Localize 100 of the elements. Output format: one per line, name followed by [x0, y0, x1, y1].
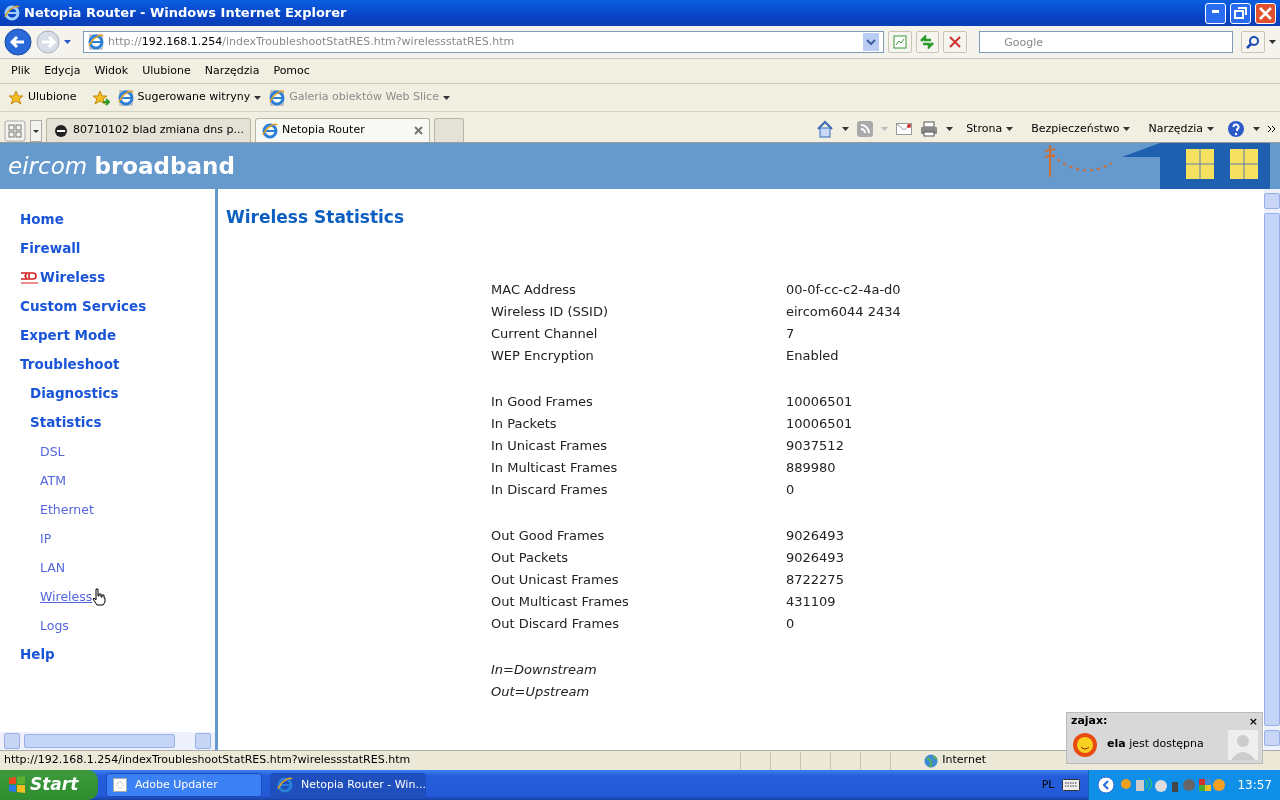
caret-icon[interactable] [64, 40, 71, 44]
menu-item[interactable]: Ulubione [135, 62, 198, 80]
back-icon[interactable] [4, 28, 32, 56]
browser-tab[interactable]: 80710102 blad zmiana dns p... [46, 118, 251, 142]
menu-item[interactable]: Pomoc [266, 62, 317, 80]
quick-tabs-icon[interactable] [4, 120, 26, 142]
favorites-link[interactable]: Sugerowane witryny [117, 89, 262, 106]
nav-link[interactable]: Logs [40, 611, 69, 640]
command-menu[interactable]: Strona [961, 120, 1019, 138]
address-field[interactable]: http://192.168.1.254/indexTroubleshootStatRES.htm?wirelessstatRES.htm [83, 31, 884, 53]
caret-icon[interactable] [1123, 127, 1131, 131]
command-menu[interactable]: Narzędzia [1143, 120, 1219, 138]
minimize-button[interactable] [1205, 2, 1226, 24]
start-button[interactable]: Start [0, 770, 98, 800]
stat-label: In Good Frames [491, 392, 594, 411]
search-field[interactable]: Google [979, 31, 1234, 53]
stat-value: eircom6044 2434 [786, 302, 901, 321]
status-text: http://192.168.1.254/indexTroubleshootStatRES.htm?wirelessstatRES.htm [4, 752, 412, 769]
menu-item[interactable]: Edycja [37, 62, 88, 80]
printer-icon[interactable] [920, 121, 939, 137]
nav-link[interactable]: Custom Services [20, 292, 147, 321]
nav-link[interactable]: Diagnostics [30, 379, 119, 408]
caret-icon[interactable] [1207, 127, 1214, 131]
caret-icon[interactable] [1253, 127, 1260, 131]
stat-value: 8722275 [786, 570, 844, 589]
vertical-scrollbar[interactable] [1264, 189, 1280, 750]
caret-icon[interactable] [1006, 127, 1014, 131]
windows-logo-icon [8, 776, 26, 794]
avatar-icon [1228, 729, 1258, 760]
refresh-button[interactable] [915, 31, 940, 53]
nav-link[interactable]: Statistics [30, 408, 102, 437]
stat-value: 889980 [786, 458, 836, 477]
close-icon[interactable] [413, 126, 423, 135]
stat-label: Out Good Frames [491, 526, 606, 545]
dropdown-icon[interactable] [862, 33, 879, 51]
legend-note: Out=Upstream [491, 682, 591, 701]
3d-badge-icon [20, 269, 40, 286]
refresh-icon [919, 35, 936, 49]
stat-label: Out Packets [491, 548, 569, 567]
command-menu[interactable]: Bezpieczeństwo [1026, 120, 1136, 138]
stat-label: In Discard Frames [491, 480, 609, 499]
legend-note: In=Downstream [491, 660, 598, 679]
browser-tab[interactable]: Netopia Router [254, 118, 430, 142]
nav-link[interactable]: DSL [40, 437, 65, 466]
taskbar-button[interactable]: Netopia Router - Win... [270, 773, 426, 797]
nav-link[interactable]: Wireless [40, 263, 106, 292]
horizontal-scrollbar[interactable] [0, 732, 215, 750]
stat-label: Out Unicast Frames [491, 570, 620, 589]
stat-value: 0 [786, 614, 795, 633]
stat-label: In Packets [491, 414, 558, 433]
clock: 13:57 [1237, 777, 1272, 794]
menu-item[interactable]: Narzędzia [197, 62, 267, 80]
nav-link[interactable]: Firewall [20, 234, 81, 263]
stat-value: 0 [786, 480, 795, 499]
restore-icon [1234, 7, 1247, 19]
favorites-button[interactable]: Ulubione [4, 89, 84, 106]
chevron-icon[interactable] [1268, 125, 1276, 133]
close-icon [949, 36, 962, 48]
stat-value: 10006501 [786, 414, 853, 433]
home-icon[interactable] [816, 120, 835, 138]
tab-list-icon[interactable] [30, 120, 42, 142]
nav-link[interactable]: Home [20, 205, 64, 234]
close-button[interactable]: × [1248, 713, 1258, 730]
tray-icons-drawing[interactable] [1119, 776, 1226, 794]
stat-value: 431109 [786, 592, 836, 611]
caret-icon[interactable] [254, 95, 262, 100]
taskbar-button[interactable]: Adobe Updater [106, 773, 262, 797]
caret-icon[interactable] [842, 127, 850, 131]
caret-icon[interactable] [946, 127, 954, 131]
nav-link[interactable]: ATM [40, 466, 66, 495]
search-button[interactable] [1241, 31, 1265, 53]
restore-button[interactable] [1230, 2, 1251, 24]
search-icon [1246, 35, 1261, 49]
language-indicator: PL [1041, 776, 1055, 793]
help-icon[interactable] [1227, 120, 1245, 138]
stat-label: In Unicast Frames [491, 436, 608, 455]
nav-link[interactable]: Help [20, 640, 55, 669]
menu-item[interactable]: Widok [87, 62, 136, 80]
nav-link[interactable]: Troubleshoot [20, 350, 120, 379]
keyboard-icon[interactable] [1062, 779, 1081, 791]
browser-logo-icon [277, 777, 293, 793]
stat-label: Out Multicast Frames [491, 592, 630, 611]
stat-label: Current Channel [491, 324, 599, 343]
stat-value: 00-0f-cc-c2-4a-d0 [786, 280, 901, 299]
nav-link[interactable]: Expert Mode [20, 321, 117, 350]
globe-icon [924, 753, 939, 768]
nav-link[interactable]: LAN [40, 553, 66, 582]
menu-item[interactable]: Plik [4, 62, 38, 80]
close-button[interactable] [1255, 2, 1276, 24]
mail-icon[interactable] [896, 123, 913, 135]
stat-value: 7 [786, 324, 795, 343]
site-logo: eircom broadband [8, 151, 236, 181]
nav-link[interactable]: IP [40, 524, 52, 553]
stat-label: In Multicast Frames [491, 458, 619, 477]
caret-icon[interactable] [1269, 40, 1276, 44]
nav-link[interactable]: Wireless [40, 582, 93, 611]
stop-button[interactable] [943, 31, 968, 53]
nav-link[interactable]: Ethernet [40, 495, 94, 524]
browser-logo-icon [4, 5, 20, 21]
add-favorite-icon[interactable] [91, 89, 110, 106]
